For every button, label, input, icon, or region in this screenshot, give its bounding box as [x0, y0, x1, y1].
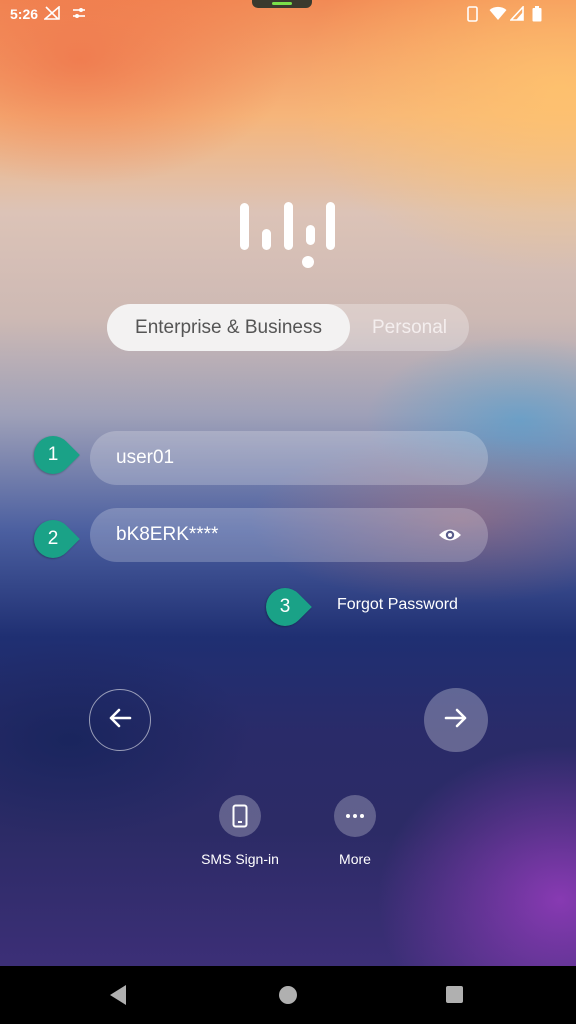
username-value: user01 — [116, 447, 175, 468]
more-option[interactable]: More — [300, 795, 410, 867]
annotation-badge-2: 2 — [26, 512, 82, 566]
system-nav-bar — [0, 966, 576, 1024]
settings-sliders-icon — [72, 6, 86, 23]
tab-personal[interactable]: Personal — [350, 304, 469, 351]
account-type-toggle: Enterprise & Business Personal — [107, 304, 469, 351]
nav-back-icon[interactable] — [110, 985, 126, 1005]
status-time: 5:26 — [10, 6, 39, 22]
arrow-right-icon — [444, 708, 468, 733]
battery-icon — [532, 6, 542, 25]
phone-icon — [219, 795, 261, 837]
app-logo — [240, 200, 336, 270]
nav-home-icon[interactable] — [279, 986, 297, 1004]
more-label: More — [339, 851, 371, 867]
show-password-eye-icon[interactable] — [438, 525, 462, 545]
tab-enterprise-business[interactable]: Enterprise & Business — [107, 304, 350, 351]
camera-notch — [252, 0, 312, 8]
sms-signin-label: SMS Sign-in — [201, 851, 279, 867]
signal-off-icon — [42, 5, 60, 23]
wifi-icon — [489, 6, 507, 24]
forgot-password-link[interactable]: Forgot Password — [337, 596, 458, 614]
next-button[interactable] — [424, 688, 488, 752]
nav-recents-icon[interactable] — [446, 986, 463, 1003]
password-value: bK8ERK**** — [116, 524, 219, 545]
vibrate-icon — [467, 6, 478, 25]
cell-signal-icon — [509, 4, 524, 24]
more-dots-icon — [334, 795, 376, 837]
username-field[interactable]: user01 — [90, 431, 488, 485]
sms-signin-option[interactable]: SMS Sign-in — [185, 795, 295, 867]
arrow-left-icon — [108, 708, 132, 733]
annotation-badge-3: 3 — [258, 580, 314, 634]
annotation-badge-1: 1 — [26, 428, 82, 482]
status-bar: 5:26 — [0, 0, 576, 30]
password-field[interactable]: bK8ERK**** — [90, 508, 488, 562]
back-button[interactable] — [89, 689, 151, 751]
